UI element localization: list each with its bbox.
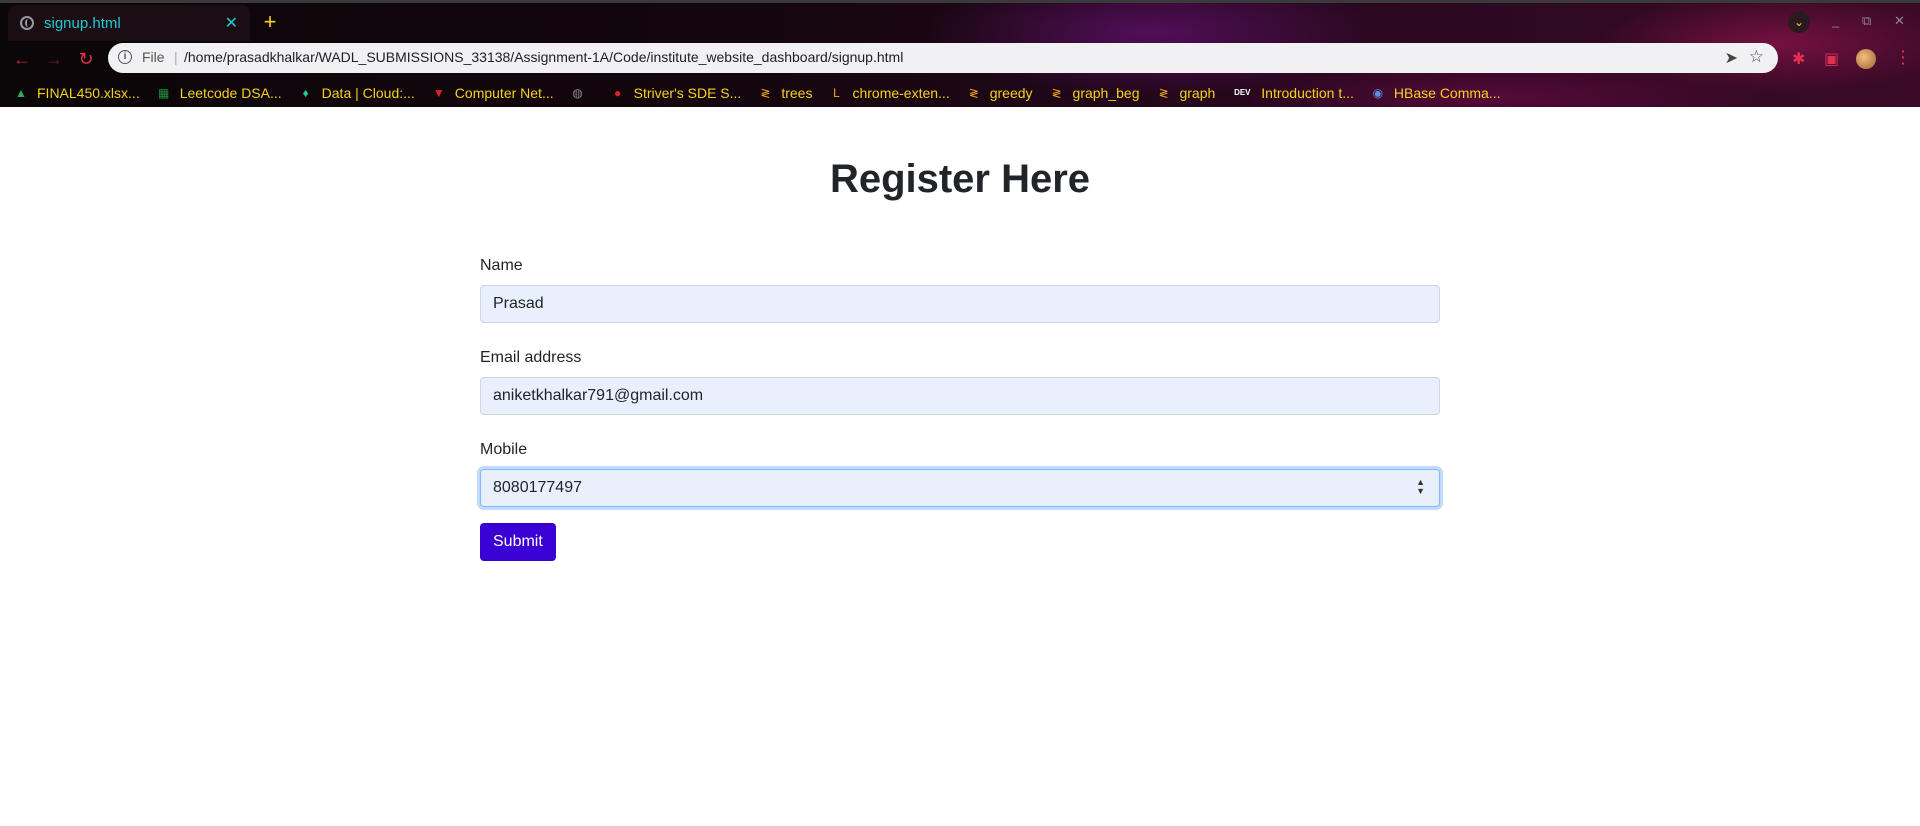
restore-button[interactable]: ⧉: [1862, 13, 1871, 29]
address-bar[interactable]: i File | /home/prasadkhalkar/WADL_SUBMIS…: [108, 43, 1778, 73]
bookmark-star-icon[interactable]: ☆: [1749, 47, 1764, 67]
number-spinner-icon[interactable]: ▲ ▼: [1416, 478, 1425, 496]
side-panel-icon[interactable]: ▣: [1824, 49, 1839, 69]
bookmark-label: trees: [781, 85, 813, 101]
bookmark-item[interactable]: ▲ FINAL450.xlsx...: [14, 85, 140, 101]
bookmark-item[interactable]: ◍: [571, 86, 594, 100]
tab-search-button[interactable]: ⌄: [1788, 11, 1810, 33]
bookmark-label: FINAL450.xlsx...: [37, 85, 140, 101]
name-field[interactable]: Prasad: [480, 285, 1440, 323]
signup-page: Register Here Name Prasad Email address …: [0, 107, 1920, 826]
bookmark-item[interactable]: ♦ Data | Cloud:...: [299, 85, 415, 101]
send-tab-icon[interactable]: ➤: [1725, 48, 1738, 68]
back-button[interactable]: ←: [10, 47, 34, 71]
bookmark-item[interactable]: ≷ graph: [1156, 85, 1215, 101]
page-title: Register Here: [829, 157, 1091, 201]
bookmark-label: Striver's SDE S...: [633, 85, 742, 101]
bookmark-label: Data | Cloud:...: [321, 85, 415, 101]
v-icon: ▼: [432, 86, 445, 100]
omnibox-separator: |: [174, 49, 178, 65]
globe-icon: ◍: [572, 86, 583, 100]
code-icon: ≷: [760, 86, 771, 100]
bookmark-label: HBase Comma...: [1393, 85, 1501, 101]
bookmark-item[interactable]: Lchrome-exten...: [829, 85, 950, 101]
bookmark-label: Introduction t...: [1261, 85, 1354, 101]
bookmark-label: greedy: [989, 85, 1033, 101]
code-icon: ≷: [968, 86, 979, 100]
close-tab-icon[interactable]: ✕: [225, 13, 238, 33]
url-text[interactable]: /home/prasadkhalkar/WADL_SUBMISSIONS_331…: [184, 49, 903, 65]
code-icon: ≷: [1158, 86, 1169, 100]
name-label: Name: [480, 257, 523, 274]
email-field[interactable]: aniketkhalkar791@gmail.com: [480, 377, 1440, 415]
bookmark-label: Computer Net...: [454, 85, 554, 101]
dev-icon: DEV: [1234, 88, 1251, 97]
bookmark-item[interactable]: ● Striver's SDE S...: [611, 85, 742, 101]
bookmark-item[interactable]: ≷ trees: [758, 85, 812, 101]
sheets-icon: ▦: [158, 86, 170, 100]
close-window-button[interactable]: ✕: [1894, 13, 1905, 29]
tuf-icon: ●: [614, 86, 622, 100]
bookmark-label: graph_beg: [1072, 85, 1140, 101]
bookmark-item[interactable]: ≷ greedy: [967, 85, 1033, 101]
mobile-value: 8080177497: [493, 479, 582, 496]
bookmark-item[interactable]: DEV Introduction t...: [1232, 85, 1354, 101]
submit-button[interactable]: Submit: [480, 523, 556, 561]
forward-button[interactable]: →: [42, 47, 66, 71]
extensions-icon[interactable]: ✱: [1792, 49, 1805, 69]
bookmarks-bar: ▲ FINAL450.xlsx... ▦ Leetcode DSA... ♦ Data |…: [14, 82, 1518, 104]
bookmark-item[interactable]: ▦ Leetcode DSA...: [157, 85, 282, 101]
info-icon[interactable]: i: [118, 50, 132, 64]
lc-icon: L: [833, 86, 840, 100]
new-tab-button[interactable]: +: [258, 11, 282, 35]
mobile-field[interactable]: 8080177497 ▲ ▼: [480, 469, 1440, 507]
bookmark-label: graph: [1179, 85, 1216, 101]
bookmark-item[interactable]: ≷ graph_beg: [1050, 85, 1140, 101]
bookmark-label: Leetcode DSA...: [179, 85, 282, 101]
signup-form: Name Prasad Email address aniketkhalkar7…: [480, 257, 1440, 561]
email-label: Email address: [480, 349, 582, 366]
bookmark-item[interactable]: ▼ Computer Net...: [432, 85, 554, 101]
mobile-label: Mobile: [480, 441, 528, 458]
globe-icon: [20, 16, 34, 30]
reload-button[interactable]: ↻: [74, 47, 98, 71]
bookmark-item[interactable]: ◉ HBase Comma...: [1371, 85, 1501, 101]
tab-signup[interactable]: signup.html ✕: [8, 5, 250, 41]
code-icon: ≷: [1051, 86, 1062, 100]
hbase-icon: ◉: [1372, 86, 1384, 100]
bookmark-label: chrome-exten...: [852, 85, 950, 101]
scheme-label: File: [142, 49, 165, 65]
minimize-button[interactable]: _: [1832, 13, 1839, 28]
drive-icon: ▲: [15, 86, 27, 100]
leaf-icon: ♦: [302, 86, 309, 100]
browser-chrome: signup.html ✕ + ⌄ _ ⧉ ✕ ← → ↻ i File | /…: [0, 0, 1920, 107]
menu-icon[interactable]: ⋮: [1894, 47, 1912, 68]
tab-title: signup.html: [44, 14, 121, 32]
avatar[interactable]: [1856, 49, 1876, 69]
